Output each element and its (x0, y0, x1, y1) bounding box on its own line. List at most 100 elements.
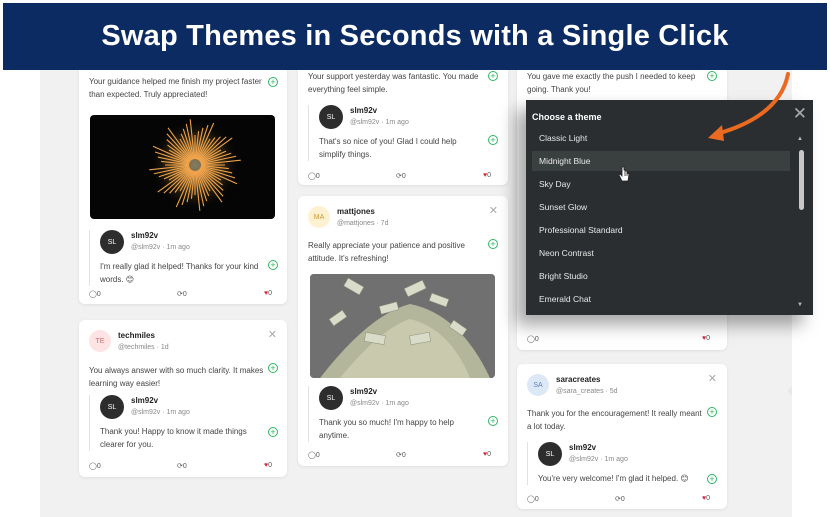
close-icon[interactable]: ✕ (793, 104, 807, 124)
reply-text: That's so nice of you! Glad I could help… (319, 137, 457, 159)
post-text: You gave me exactly the push I needed to… (527, 72, 696, 94)
post-card: MA mattjones @mattjones · 7d ✕ Really app… (298, 196, 508, 466)
post-text: Really appreciate your patience and posi… (308, 241, 465, 263)
like-count[interactable]: ♥0 (483, 172, 491, 179)
reply-username[interactable]: slm92v (131, 395, 190, 407)
scrollbar-thumb[interactable] (799, 150, 804, 210)
add-reaction-icon[interactable]: + (707, 407, 717, 417)
post-username[interactable]: mattjones (337, 206, 388, 218)
add-reaction-icon[interactable]: + (488, 239, 498, 249)
reply-handle: @slm92v · 1m ago (569, 456, 628, 463)
like-count[interactable]: ♥0 (702, 335, 710, 342)
reply-text: I'm really glad it helped! Thanks for yo… (100, 262, 259, 284)
comment-count[interactable]: ◯0 (308, 172, 320, 180)
theme-option-classic-light[interactable]: Classic Light (532, 128, 790, 148)
post-card: TE techmiles @techmiles · 1d ✕ You always… (79, 320, 287, 477)
reply-username[interactable]: slm92v (350, 105, 409, 117)
scroll-up-icon[interactable]: ▲ (797, 136, 803, 142)
theme-option-professional-standard[interactable]: Professional Standard (532, 220, 790, 240)
post-stats: ◯0 ⟳0 ♥0 (308, 172, 498, 182)
share-count[interactable]: ⟳0 (177, 290, 187, 298)
money-pile-image (310, 274, 495, 378)
post-handle: @sara_creates · 5d (556, 388, 618, 395)
add-reaction-icon[interactable]: + (268, 260, 278, 270)
reply-username[interactable]: slm92v (569, 442, 628, 454)
post-handle: @techmiles · 1d (118, 344, 169, 351)
add-reaction-icon[interactable]: + (707, 474, 717, 484)
reply-handle: @slm92v · 1m ago (131, 409, 190, 416)
post-username[interactable]: saracreates (556, 374, 618, 386)
hand-cursor-icon (618, 166, 630, 182)
avatar: SL (100, 395, 124, 419)
theme-option-sunset-glow[interactable]: Sunset Glow (532, 197, 790, 217)
reply: SL slm92v @slm92v · 1m ago Thank you so m… (308, 386, 498, 442)
theme-option-midnight-blue[interactable]: Midnight Blue (532, 151, 790, 171)
add-reaction-icon[interactable]: + (268, 427, 278, 437)
close-icon[interactable]: ✕ (489, 204, 498, 217)
post-text: Your support yesterday was fantastic. Yo… (308, 72, 479, 94)
reply-text: Thank you so much! I'm happy to help any… (319, 418, 454, 440)
avatar: SL (319, 105, 343, 129)
scroll-down-icon[interactable]: ▼ (797, 302, 803, 308)
add-reaction-icon[interactable]: + (268, 363, 278, 373)
money-pile-graphic (310, 274, 495, 378)
background-chevron-icon (787, 375, 792, 407)
theme-option-emerald-chat[interactable]: Emerald Chat (532, 289, 790, 309)
share-count[interactable]: ⟳0 (396, 451, 406, 459)
reply-handle: @slm92v · 1m ago (350, 119, 409, 126)
post-stats: ◯0 ⟳0 ♥0 (527, 495, 717, 505)
theme-option-bright-studio[interactable]: Bright Studio (532, 266, 790, 286)
post-stats: ◯0 ⟳0 ♥0 (89, 462, 279, 472)
reply-username[interactable]: slm92v (131, 230, 190, 242)
theme-option-sky-day[interactable]: Sky Day (532, 174, 790, 194)
post-text: Your guidance helped me finish my projec… (89, 77, 262, 99)
like-count[interactable]: ♥0 (264, 462, 272, 469)
add-reaction-icon[interactable]: + (488, 71, 498, 81)
banner-title: Swap Themes in Seconds with a Single Cli… (101, 20, 729, 52)
avatar: SA (527, 374, 549, 396)
avatar: MA (308, 206, 330, 228)
post-card: Your guidance helped me finish my projec… (79, 70, 287, 304)
share-count[interactable]: ⟳0 (177, 462, 187, 470)
reply-text: You're very welcome! I'm glad it helped.… (538, 474, 689, 483)
fireworks-graphic (149, 119, 241, 211)
avatar: TE (89, 330, 111, 352)
post-card: Your support yesterday was fantastic. Yo… (298, 70, 508, 185)
theme-menu-title: Choose a theme (532, 112, 602, 122)
avatar: SL (538, 442, 562, 466)
comment-count[interactable]: ◯0 (308, 451, 320, 459)
reply-username[interactable]: slm92v (350, 386, 409, 398)
reply: SL slm92v @slm92v · 1m ago Thank you! Hap… (89, 395, 279, 451)
close-icon[interactable]: ✕ (708, 372, 717, 385)
add-reaction-icon[interactable]: + (488, 135, 498, 145)
avatar: SL (319, 386, 343, 410)
like-count[interactable]: ♥0 (483, 451, 491, 458)
post-text: Thank you for the encouragement! It real… (527, 409, 702, 431)
post-username[interactable]: techmiles (118, 330, 169, 342)
post-card: SA saracreates @sara_creates · 5d ✕ Thank… (517, 364, 727, 509)
post-handle: @mattjones · 7d (337, 220, 389, 227)
add-reaction-icon[interactable]: + (268, 77, 278, 87)
reply: SL slm92v @slm92v · 1m ago I'm really gla… (89, 230, 279, 286)
reply-handle: @slm92v · 1m ago (131, 244, 190, 251)
share-count[interactable]: ⟳0 (396, 172, 406, 180)
close-icon[interactable]: ✕ (268, 328, 277, 341)
avatar: SL (100, 230, 124, 254)
add-reaction-icon[interactable]: + (707, 71, 717, 81)
scrollbar[interactable]: ▲ ▼ (796, 136, 805, 308)
like-count[interactable]: ♥0 (702, 495, 710, 502)
reply-text: Thank you! Happy to know it made things … (100, 427, 247, 449)
comment-count[interactable]: ◯0 (89, 462, 101, 470)
post-stats: ◯0 ♥0 (527, 335, 717, 345)
comment-count[interactable]: ◯0 (527, 335, 539, 343)
reply: SL slm92v @slm92v · 1m ago That's so nice… (308, 105, 498, 161)
post-stats: ◯0 ⟳0 ♥0 (308, 451, 498, 461)
share-count[interactable]: ⟳0 (615, 495, 625, 503)
add-reaction-icon[interactable]: + (488, 416, 498, 426)
theme-option-neon-contrast[interactable]: Neon Contrast (532, 243, 790, 263)
banner: Swap Themes in Seconds with a Single Cli… (3, 3, 827, 70)
like-count[interactable]: ♥0 (264, 290, 272, 297)
post-stats: ◯0 ⟳0 ♥0 (89, 290, 279, 300)
comment-count[interactable]: ◯0 (89, 290, 101, 298)
comment-count[interactable]: ◯0 (527, 495, 539, 503)
